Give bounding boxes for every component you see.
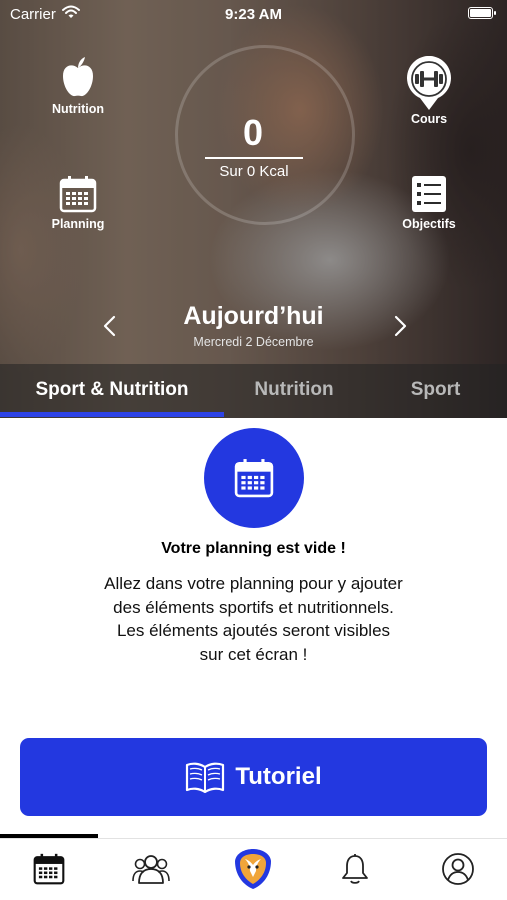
status-bar: Carrier 9:23 AM <box>0 0 507 28</box>
cours-button[interactable]: Cours <box>389 56 469 126</box>
cours-label: Cours <box>410 112 448 126</box>
nutrition-button[interactable]: Nutrition <box>38 56 118 116</box>
day-title: Aujourd’hui <box>183 302 324 330</box>
planning-button[interactable]: Planning <box>38 175 118 231</box>
next-day-chevron-icon[interactable] <box>388 314 412 338</box>
empty-state-line: Les éléments ajoutés seront visibles <box>116 621 391 640</box>
calendar-icon <box>234 459 274 498</box>
active-tab-indicator <box>0 412 224 417</box>
battery-icon <box>468 7 496 19</box>
segment-tabs: Sport & Nutrition Nutrition Sport <box>0 364 507 418</box>
empty-state-title: Votre planning est vide ! <box>161 540 346 557</box>
empty-state-message: Allez dans votre planning pour y ajouter… <box>40 572 467 666</box>
tabbar-notifications[interactable] <box>335 849 375 889</box>
empty-state-line: sur cet écran ! <box>199 644 308 664</box>
tab-sport-nutrition[interactable]: Sport & Nutrition <box>0 364 224 418</box>
tutorial-button[interactable]: Tutoriel <box>20 738 487 816</box>
tab-nutrition[interactable]: Nutrition <box>224 364 364 418</box>
tabbar-planning[interactable] <box>29 849 69 889</box>
empty-state-line: des éléments sportifs et nutritionnels. <box>113 597 394 617</box>
tutorial-button-label: Tutoriel <box>235 763 322 790</box>
tabbar-profile[interactable] <box>438 849 478 889</box>
apple-icon <box>63 57 93 97</box>
hero-section: Carrier 9:23 AM Nutrition Cours Planning… <box>0 0 507 418</box>
community-icon <box>132 855 170 884</box>
kcal-target-label: Sur 0 Kcal <box>219 163 289 180</box>
dumbbell-pin-icon <box>407 56 451 110</box>
bottom-tab-bar <box>0 838 507 900</box>
open-book-icon <box>186 762 225 793</box>
empty-state-calendar-badge <box>204 428 304 528</box>
kcal-divider <box>205 157 303 159</box>
tabbar-home[interactable] <box>233 849 273 889</box>
empty-state-line: Allez dans votre planning pour y ajouter <box>104 574 403 593</box>
calendar-icon <box>33 853 65 885</box>
tab-sport[interactable]: Sport <box>364 364 507 418</box>
planning-label: Planning <box>51 217 105 231</box>
day-date: Mercredi 2 Décembre <box>193 335 314 349</box>
kcal-value: 0 <box>242 112 264 153</box>
checklist-icon <box>412 176 446 212</box>
objectifs-button[interactable]: Objectifs <box>389 175 469 231</box>
nutrition-label: Nutrition <box>51 102 105 116</box>
calendar-icon <box>59 176 97 213</box>
bell-icon <box>342 854 368 884</box>
profile-icon <box>442 853 474 885</box>
app-logo-icon <box>235 849 271 889</box>
status-time: 9:23 AM <box>225 6 282 23</box>
tabbar-community[interactable] <box>131 849 171 889</box>
objectifs-label: Objectifs <box>402 217 456 231</box>
